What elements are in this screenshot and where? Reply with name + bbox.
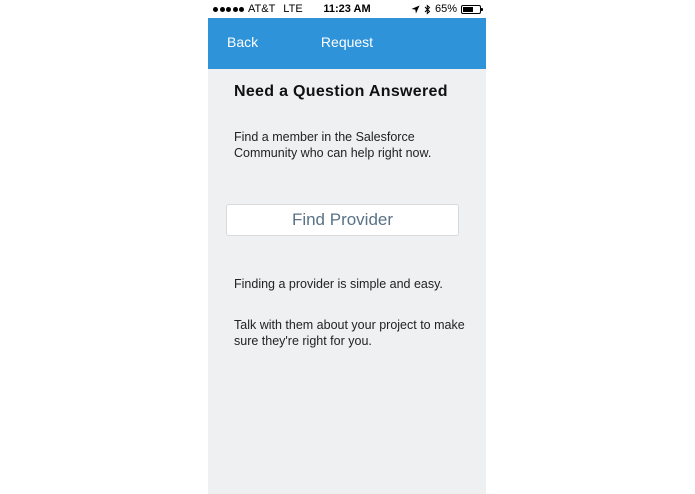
status-bar: AT&T LTE 11:23 AM 65% <box>208 0 486 18</box>
battery-icon <box>461 4 483 14</box>
info-text-simple: Finding a provider is simple and easy. <box>234 277 443 291</box>
phone-screen: AT&T LTE 11:23 AM 65% Back Request Need … <box>208 0 486 494</box>
nav-bar: Back Request <box>208 18 486 69</box>
battery-percent: 65% <box>434 3 457 15</box>
page-heading: Need a Question Answered <box>234 83 448 100</box>
page: AT&T LTE 11:23 AM 65% Back Request Need … <box>0 0 695 494</box>
nav-title: Request <box>320 34 374 50</box>
location-arrow-icon <box>411 4 420 14</box>
page-subtext: Find a member in the Salesforce Communit… <box>234 130 432 160</box>
bluetooth-icon <box>424 3 431 15</box>
status-right: 65% <box>411 3 483 15</box>
info-text-talk: Talk with them about your project to mak… <box>234 318 465 348</box>
battery-fill <box>463 6 474 12</box>
find-provider-button[interactable]: Find Provider <box>226 204 459 236</box>
